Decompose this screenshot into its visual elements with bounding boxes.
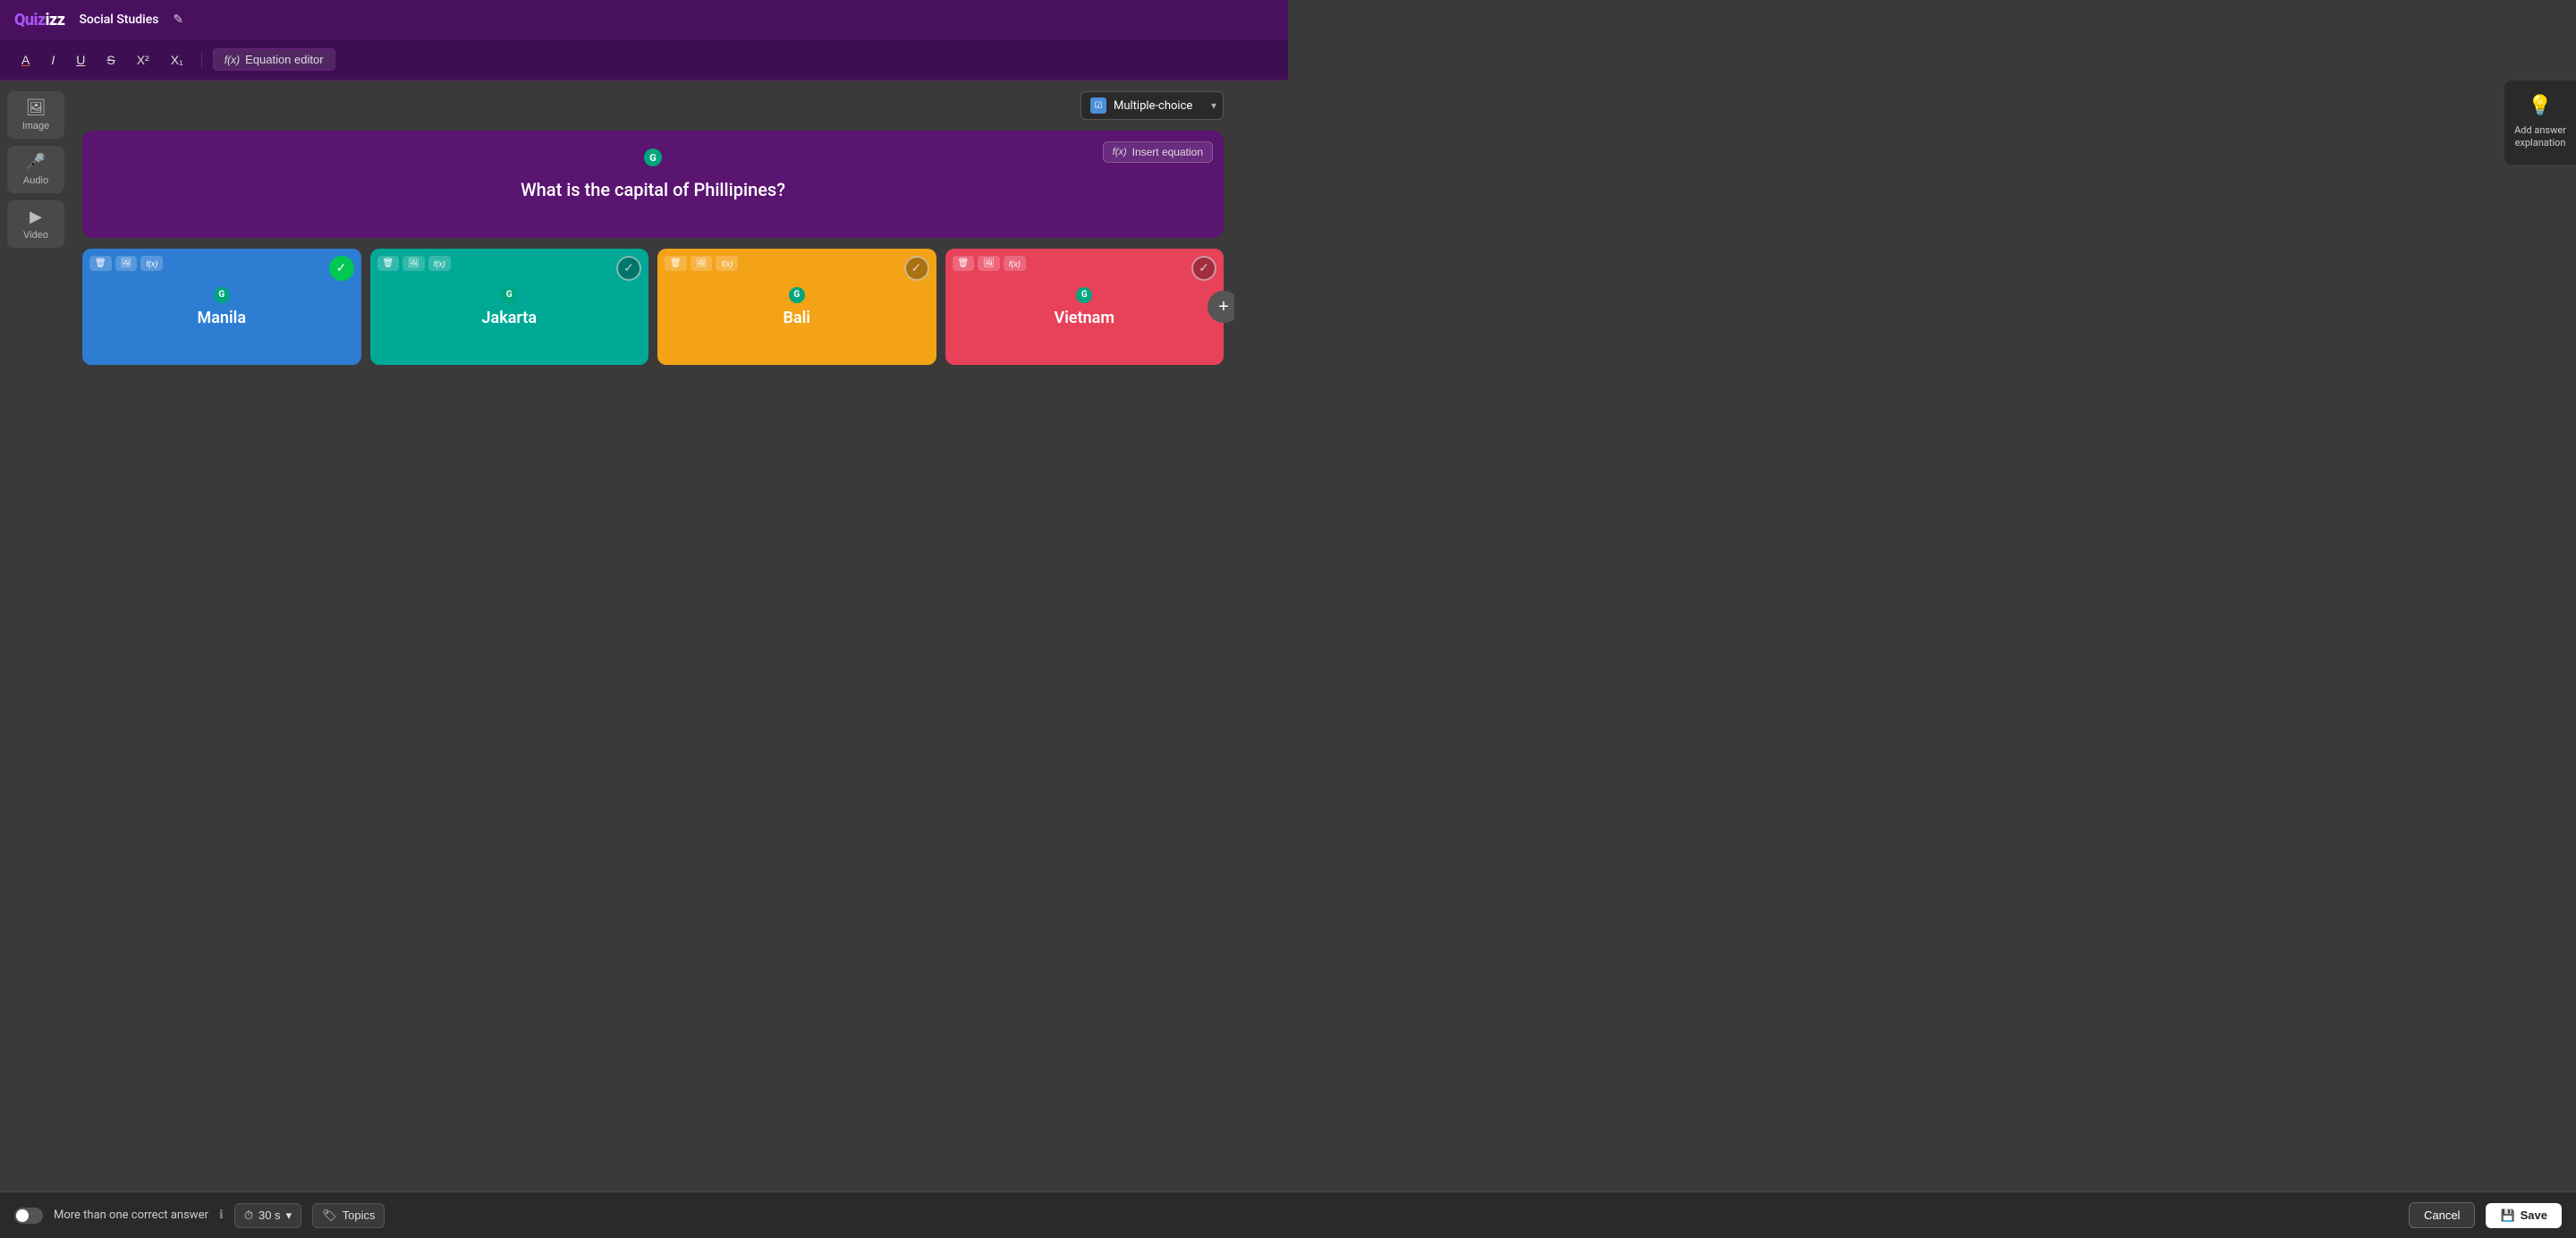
toolbar-divider bbox=[201, 51, 202, 69]
italic-btn[interactable]: I bbox=[44, 49, 62, 71]
question-card[interactable]: f(x) Insert equation G What is the capit… bbox=[82, 131, 1224, 238]
equation-answer-4-btn[interactable]: f(x) bbox=[1004, 256, 1026, 271]
question-type-row: ☑ Multiple-choice ▾ bbox=[82, 91, 1224, 120]
insert-equation-btn[interactable]: f(x) Insert equation bbox=[1103, 141, 1213, 163]
lightbulb-icon: 💡 bbox=[2528, 95, 2552, 117]
equation-icon: f(x) bbox=[225, 54, 240, 66]
question-text[interactable]: What is the capital of Phillipines? bbox=[521, 179, 785, 200]
timer-btn[interactable]: ⏱ 30 s ▾ bbox=[234, 1203, 301, 1228]
correct-check-3[interactable]: ✓ bbox=[904, 256, 929, 281]
image-answer-3-btn[interactable]: 🖼 bbox=[691, 256, 713, 271]
equation-small-icon: f(x) bbox=[1113, 147, 1127, 157]
answer-card-1[interactable]: 🗑 🖼 f(x) ✓ G Manila bbox=[82, 249, 361, 365]
correct-check-1[interactable]: ✓ bbox=[329, 256, 354, 281]
quiz-title: Social Studies bbox=[79, 13, 158, 27]
correct-check-2[interactable]: ✓ bbox=[616, 256, 641, 281]
topics-btn[interactable]: 🏷 Topics bbox=[312, 1203, 385, 1228]
equation-answer-2-btn[interactable]: f(x) bbox=[428, 256, 451, 271]
explanation-label: Add answer explanation bbox=[2512, 124, 2569, 150]
dropdown-arrow-icon: ▾ bbox=[1211, 99, 1216, 112]
grammarly-1: G bbox=[214, 287, 230, 303]
answer-card-3[interactable]: 🗑 🖼 f(x) ✓ G Bali bbox=[657, 249, 936, 365]
save-icon: 💾 bbox=[2500, 1208, 2514, 1223]
equation-answer-3-btn[interactable]: f(x) bbox=[716, 256, 738, 271]
left-sidebar: 🖼 Image 🎤 Audio ▶ Video bbox=[0, 81, 72, 619]
bottom-bar: More than one correct answer ℹ ⏱ 30 s ▾ … bbox=[0, 1191, 2576, 1238]
delete-answer-4-btn[interactable]: 🗑 bbox=[953, 256, 975, 271]
video-icon: ▶ bbox=[30, 208, 42, 226]
answer-3-toolbar: 🗑 🖼 f(x) bbox=[665, 256, 738, 271]
equation-editor-btn[interactable]: f(x) Equation editor bbox=[213, 48, 335, 71]
editor-area: ☑ Multiple-choice ▾ f(x) Insert equation… bbox=[72, 81, 1234, 619]
edit-quiz-title-icon[interactable]: ✎ bbox=[173, 13, 183, 27]
delete-answer-1-btn[interactable]: 🗑 bbox=[89, 256, 112, 271]
image-answer-2-btn[interactable]: 🖼 bbox=[402, 256, 425, 271]
logo: Quizizz bbox=[14, 11, 64, 30]
equation-answer-1-btn[interactable]: f(x) bbox=[140, 256, 163, 271]
multiple-choice-icon: ☑ bbox=[1090, 98, 1106, 114]
image-answer-4-btn[interactable]: 🖼 bbox=[978, 256, 1000, 271]
image-icon: 🖼 bbox=[26, 98, 47, 117]
info-icon[interactable]: ℹ bbox=[219, 1208, 224, 1222]
timer-icon: ⏱ bbox=[244, 1208, 253, 1223]
explanation-panel[interactable]: 💡 Add answer explanation bbox=[2504, 81, 2576, 165]
grammarly-2: G bbox=[501, 287, 517, 303]
answer-text-4[interactable]: Vietnam bbox=[1055, 309, 1114, 327]
formatting-toolbar: A I U S X² X₁ f(x) Equation editor bbox=[0, 39, 1288, 81]
strikethrough-btn[interactable]: S bbox=[99, 49, 122, 71]
image-btn[interactable]: 🖼 Image bbox=[7, 91, 64, 139]
answers-grid: 🗑 🖼 f(x) ✓ G Manila 🗑 🖼 f(x) ✓ bbox=[82, 249, 1224, 365]
answer-card-4[interactable]: 🗑 🖼 f(x) ✓ G Vietnam bbox=[945, 249, 1224, 365]
grammarly-4: G bbox=[1076, 287, 1092, 303]
correct-check-4[interactable]: ✓ bbox=[1191, 256, 1216, 281]
more-correct-label: More than one correct answer bbox=[54, 1208, 208, 1222]
answer-text-3[interactable]: Bali bbox=[784, 309, 810, 327]
cancel-btn[interactable]: Cancel bbox=[2409, 1202, 2475, 1228]
top-nav: Quizizz Social Studies ✎ bbox=[0, 0, 1288, 39]
subscript-btn[interactable]: X₁ bbox=[164, 49, 191, 71]
answer-card-2[interactable]: 🗑 🖼 f(x) ✓ G Jakarta bbox=[370, 249, 649, 365]
delete-answer-2-btn[interactable]: 🗑 bbox=[377, 256, 400, 271]
grammarly-indicator: G bbox=[644, 148, 662, 166]
main-content: 🖼 Image 🎤 Audio ▶ Video ☑ Multiple-choic… bbox=[0, 81, 1288, 619]
audio-btn[interactable]: 🎤 Audio bbox=[7, 146, 64, 193]
add-answer-btn[interactable]: + bbox=[1208, 291, 1234, 323]
answer-4-toolbar: 🗑 🖼 f(x) bbox=[953, 256, 1026, 271]
tag-icon: 🏷 bbox=[322, 1208, 337, 1223]
video-btn[interactable]: ▶ Video bbox=[7, 200, 64, 248]
multiple-correct-toggle[interactable] bbox=[14, 1208, 43, 1224]
audio-icon: 🎤 bbox=[26, 153, 46, 172]
image-answer-1-btn[interactable]: 🖼 bbox=[115, 256, 138, 271]
answer-text-1[interactable]: Manila bbox=[198, 309, 247, 327]
right-panel bbox=[1234, 81, 1288, 619]
answers-wrapper: 🗑 🖼 f(x) ✓ G Manila 🗑 🖼 f(x) ✓ bbox=[82, 249, 1224, 365]
answer-1-toolbar: 🗑 🖼 f(x) bbox=[89, 256, 163, 271]
timer-dropdown-icon: ▾ bbox=[286, 1208, 292, 1223]
underline-color-btn[interactable]: A bbox=[14, 49, 37, 71]
delete-answer-3-btn[interactable]: 🗑 bbox=[665, 256, 687, 271]
superscript-btn[interactable]: X² bbox=[130, 49, 157, 71]
answer-text-2[interactable]: Jakarta bbox=[482, 309, 538, 327]
question-type-selector[interactable]: ☑ Multiple-choice ▾ bbox=[1080, 91, 1224, 120]
answer-2-toolbar: 🗑 🖼 f(x) bbox=[377, 256, 451, 271]
save-btn[interactable]: 💾 Save bbox=[2486, 1203, 2562, 1228]
grammarly-3: G bbox=[789, 287, 805, 303]
underline-btn[interactable]: U bbox=[69, 49, 92, 71]
